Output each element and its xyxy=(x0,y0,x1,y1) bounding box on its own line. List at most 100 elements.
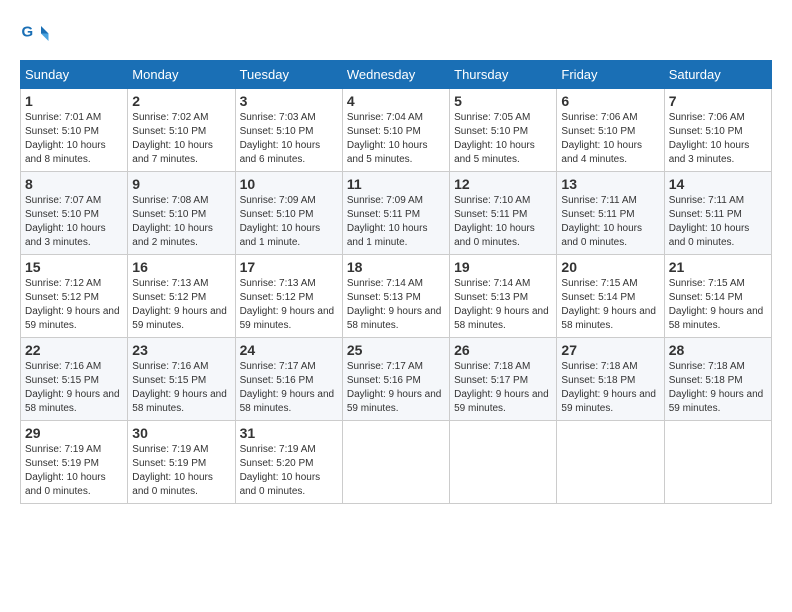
page-header: G xyxy=(20,20,772,50)
calendar-cell: 21 Sunrise: 7:15 AM Sunset: 5:14 PM Dayl… xyxy=(664,255,771,338)
logo-icon: G xyxy=(20,20,50,50)
calendar-cell: 24 Sunrise: 7:17 AM Sunset: 5:16 PM Dayl… xyxy=(235,338,342,421)
day-detail: Sunrise: 7:02 AM Sunset: 5:10 PM Dayligh… xyxy=(132,111,230,167)
day-number: 27 xyxy=(561,342,659,358)
day-detail: Sunrise: 7:05 AM Sunset: 5:10 PM Dayligh… xyxy=(454,111,552,167)
day-number: 26 xyxy=(454,342,552,358)
day-detail: Sunrise: 7:16 AM Sunset: 5:15 PM Dayligh… xyxy=(132,360,230,416)
calendar: SundayMondayTuesdayWednesdayThursdayFrid… xyxy=(20,60,772,504)
calendar-cell: 19 Sunrise: 7:14 AM Sunset: 5:13 PM Dayl… xyxy=(450,255,557,338)
calendar-cell: 30 Sunrise: 7:19 AM Sunset: 5:19 PM Dayl… xyxy=(128,421,235,504)
day-number: 21 xyxy=(669,259,767,275)
calendar-cell xyxy=(450,421,557,504)
calendar-cell: 6 Sunrise: 7:06 AM Sunset: 5:10 PM Dayli… xyxy=(557,89,664,172)
calendar-cell: 12 Sunrise: 7:10 AM Sunset: 5:11 PM Dayl… xyxy=(450,172,557,255)
svg-text:G: G xyxy=(22,24,34,41)
calendar-week-3: 15 Sunrise: 7:12 AM Sunset: 5:12 PM Dayl… xyxy=(21,255,772,338)
calendar-cell: 11 Sunrise: 7:09 AM Sunset: 5:11 PM Dayl… xyxy=(342,172,449,255)
calendar-cell: 25 Sunrise: 7:17 AM Sunset: 5:16 PM Dayl… xyxy=(342,338,449,421)
day-detail: Sunrise: 7:08 AM Sunset: 5:10 PM Dayligh… xyxy=(132,194,230,250)
day-detail: Sunrise: 7:18 AM Sunset: 5:18 PM Dayligh… xyxy=(561,360,659,416)
calendar-cell: 26 Sunrise: 7:18 AM Sunset: 5:17 PM Dayl… xyxy=(450,338,557,421)
calendar-cell: 20 Sunrise: 7:15 AM Sunset: 5:14 PM Dayl… xyxy=(557,255,664,338)
day-detail: Sunrise: 7:17 AM Sunset: 5:16 PM Dayligh… xyxy=(347,360,445,416)
day-number: 15 xyxy=(25,259,123,275)
calendar-cell: 27 Sunrise: 7:18 AM Sunset: 5:18 PM Dayl… xyxy=(557,338,664,421)
logo: G xyxy=(20,20,54,50)
day-detail: Sunrise: 7:19 AM Sunset: 5:19 PM Dayligh… xyxy=(25,443,123,499)
day-number: 8 xyxy=(25,176,123,192)
day-number: 30 xyxy=(132,425,230,441)
day-number: 29 xyxy=(25,425,123,441)
calendar-cell: 28 Sunrise: 7:18 AM Sunset: 5:18 PM Dayl… xyxy=(664,338,771,421)
day-number: 28 xyxy=(669,342,767,358)
day-detail: Sunrise: 7:12 AM Sunset: 5:12 PM Dayligh… xyxy=(25,277,123,333)
day-detail: Sunrise: 7:13 AM Sunset: 5:12 PM Dayligh… xyxy=(132,277,230,333)
day-detail: Sunrise: 7:18 AM Sunset: 5:18 PM Dayligh… xyxy=(669,360,767,416)
day-number: 17 xyxy=(240,259,338,275)
day-detail: Sunrise: 7:18 AM Sunset: 5:17 PM Dayligh… xyxy=(454,360,552,416)
day-detail: Sunrise: 7:19 AM Sunset: 5:20 PM Dayligh… xyxy=(240,443,338,499)
calendar-cell: 10 Sunrise: 7:09 AM Sunset: 5:10 PM Dayl… xyxy=(235,172,342,255)
day-detail: Sunrise: 7:03 AM Sunset: 5:10 PM Dayligh… xyxy=(240,111,338,167)
calendar-cell: 15 Sunrise: 7:12 AM Sunset: 5:12 PM Dayl… xyxy=(21,255,128,338)
day-detail: Sunrise: 7:16 AM Sunset: 5:15 PM Dayligh… xyxy=(25,360,123,416)
calendar-header-sunday: Sunday xyxy=(21,61,128,89)
day-detail: Sunrise: 7:11 AM Sunset: 5:11 PM Dayligh… xyxy=(669,194,767,250)
day-detail: Sunrise: 7:01 AM Sunset: 5:10 PM Dayligh… xyxy=(25,111,123,167)
day-number: 25 xyxy=(347,342,445,358)
calendar-week-5: 29 Sunrise: 7:19 AM Sunset: 5:19 PM Dayl… xyxy=(21,421,772,504)
calendar-cell: 29 Sunrise: 7:19 AM Sunset: 5:19 PM Dayl… xyxy=(21,421,128,504)
calendar-cell: 2 Sunrise: 7:02 AM Sunset: 5:10 PM Dayli… xyxy=(128,89,235,172)
day-detail: Sunrise: 7:06 AM Sunset: 5:10 PM Dayligh… xyxy=(669,111,767,167)
day-detail: Sunrise: 7:15 AM Sunset: 5:14 PM Dayligh… xyxy=(561,277,659,333)
calendar-header-tuesday: Tuesday xyxy=(235,61,342,89)
calendar-cell: 9 Sunrise: 7:08 AM Sunset: 5:10 PM Dayli… xyxy=(128,172,235,255)
day-number: 2 xyxy=(132,93,230,109)
day-detail: Sunrise: 7:19 AM Sunset: 5:19 PM Dayligh… xyxy=(132,443,230,499)
day-number: 1 xyxy=(25,93,123,109)
calendar-header-friday: Friday xyxy=(557,61,664,89)
day-detail: Sunrise: 7:17 AM Sunset: 5:16 PM Dayligh… xyxy=(240,360,338,416)
calendar-cell: 17 Sunrise: 7:13 AM Sunset: 5:12 PM Dayl… xyxy=(235,255,342,338)
calendar-cell: 13 Sunrise: 7:11 AM Sunset: 5:11 PM Dayl… xyxy=(557,172,664,255)
day-number: 23 xyxy=(132,342,230,358)
calendar-header-wednesday: Wednesday xyxy=(342,61,449,89)
calendar-header-row: SundayMondayTuesdayWednesdayThursdayFrid… xyxy=(21,61,772,89)
calendar-cell: 18 Sunrise: 7:14 AM Sunset: 5:13 PM Dayl… xyxy=(342,255,449,338)
calendar-cell: 8 Sunrise: 7:07 AM Sunset: 5:10 PM Dayli… xyxy=(21,172,128,255)
day-number: 22 xyxy=(25,342,123,358)
calendar-cell: 16 Sunrise: 7:13 AM Sunset: 5:12 PM Dayl… xyxy=(128,255,235,338)
day-number: 11 xyxy=(347,176,445,192)
day-detail: Sunrise: 7:13 AM Sunset: 5:12 PM Dayligh… xyxy=(240,277,338,333)
calendar-week-1: 1 Sunrise: 7:01 AM Sunset: 5:10 PM Dayli… xyxy=(21,89,772,172)
calendar-cell: 3 Sunrise: 7:03 AM Sunset: 5:10 PM Dayli… xyxy=(235,89,342,172)
calendar-cell: 14 Sunrise: 7:11 AM Sunset: 5:11 PM Dayl… xyxy=(664,172,771,255)
day-number: 7 xyxy=(669,93,767,109)
day-number: 5 xyxy=(454,93,552,109)
day-number: 13 xyxy=(561,176,659,192)
calendar-cell: 7 Sunrise: 7:06 AM Sunset: 5:10 PM Dayli… xyxy=(664,89,771,172)
day-number: 3 xyxy=(240,93,338,109)
day-detail: Sunrise: 7:15 AM Sunset: 5:14 PM Dayligh… xyxy=(669,277,767,333)
day-number: 14 xyxy=(669,176,767,192)
day-number: 12 xyxy=(454,176,552,192)
calendar-header-monday: Monday xyxy=(128,61,235,89)
calendar-cell xyxy=(557,421,664,504)
day-detail: Sunrise: 7:11 AM Sunset: 5:11 PM Dayligh… xyxy=(561,194,659,250)
calendar-cell: 5 Sunrise: 7:05 AM Sunset: 5:10 PM Dayli… xyxy=(450,89,557,172)
day-number: 31 xyxy=(240,425,338,441)
day-detail: Sunrise: 7:10 AM Sunset: 5:11 PM Dayligh… xyxy=(454,194,552,250)
calendar-cell: 31 Sunrise: 7:19 AM Sunset: 5:20 PM Dayl… xyxy=(235,421,342,504)
day-number: 9 xyxy=(132,176,230,192)
calendar-header-thursday: Thursday xyxy=(450,61,557,89)
calendar-week-2: 8 Sunrise: 7:07 AM Sunset: 5:10 PM Dayli… xyxy=(21,172,772,255)
calendar-cell: 1 Sunrise: 7:01 AM Sunset: 5:10 PM Dayli… xyxy=(21,89,128,172)
day-number: 24 xyxy=(240,342,338,358)
day-detail: Sunrise: 7:14 AM Sunset: 5:13 PM Dayligh… xyxy=(347,277,445,333)
day-detail: Sunrise: 7:09 AM Sunset: 5:11 PM Dayligh… xyxy=(347,194,445,250)
calendar-week-4: 22 Sunrise: 7:16 AM Sunset: 5:15 PM Dayl… xyxy=(21,338,772,421)
day-detail: Sunrise: 7:07 AM Sunset: 5:10 PM Dayligh… xyxy=(25,194,123,250)
calendar-cell: 23 Sunrise: 7:16 AM Sunset: 5:15 PM Dayl… xyxy=(128,338,235,421)
day-number: 18 xyxy=(347,259,445,275)
